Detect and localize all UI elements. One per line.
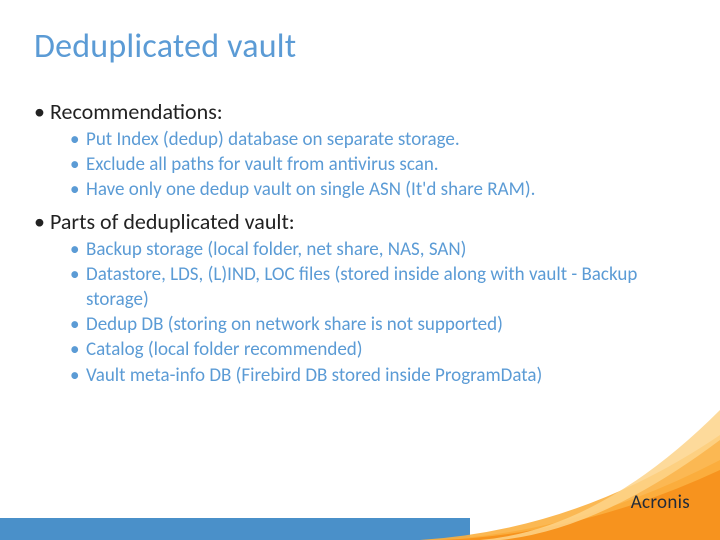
- bullet-list-lvl2: Put Index (dedup) database on separate s…: [50, 128, 680, 203]
- section-heading: Parts of deduplicated vault: Backup stor…: [34, 208, 680, 387]
- list-item: Catalog (local folder recommended): [70, 338, 680, 362]
- section-heading-text: Recommendations:: [50, 98, 223, 125]
- section-heading: Recommendations: Put Index (dedup) datab…: [34, 98, 680, 202]
- footer-band: [0, 518, 470, 540]
- list-item: Exclude all paths for vault from antivir…: [70, 153, 680, 177]
- bullet-list-lvl2: Backup storage (local folder, net share,…: [50, 238, 680, 388]
- slide-content: Recommendations: Put Index (dedup) datab…: [34, 98, 680, 394]
- slide: Deduplicated vault Recommendations: Put …: [0, 0, 720, 540]
- corner-swoosh: [420, 380, 720, 540]
- list-item: Backup storage (local folder, net share,…: [70, 238, 680, 262]
- bullet-list-lvl1: Recommendations: Put Index (dedup) datab…: [34, 98, 680, 388]
- section-heading-text: Parts of deduplicated vault:: [50, 208, 295, 235]
- brand-logo: Acronis: [631, 491, 690, 514]
- list-item: Datastore, LDS, (L)IND, LOC files (store…: [70, 263, 680, 312]
- list-item: Dedup DB (storing on network share is no…: [70, 313, 680, 337]
- list-item: Vault meta-info DB (Firebird DB stored i…: [70, 364, 680, 388]
- list-item: Put Index (dedup) database on separate s…: [70, 128, 680, 152]
- list-item: Have only one dedup vault on single ASN …: [70, 178, 680, 202]
- slide-title: Deduplicated vault: [34, 26, 296, 67]
